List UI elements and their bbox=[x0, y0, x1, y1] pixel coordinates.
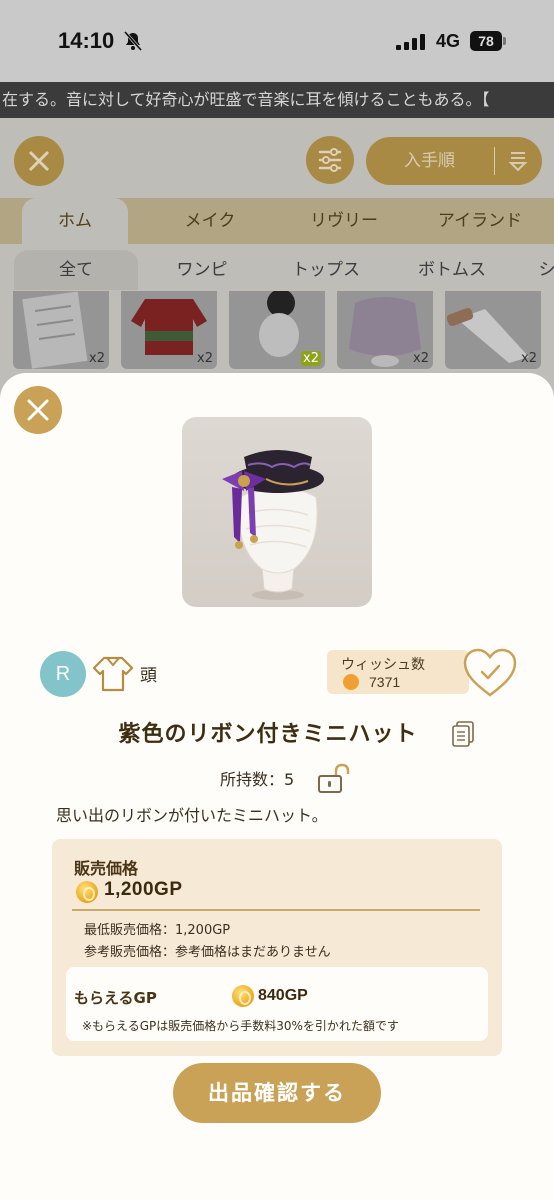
tab-island[interactable]: アイランド bbox=[424, 198, 536, 244]
tab-tops[interactable]: トップス bbox=[280, 250, 372, 290]
status-time: 14:10 bbox=[58, 28, 115, 53]
item-count: x2 bbox=[413, 351, 429, 366]
item-count: x2 bbox=[197, 351, 213, 366]
price-panel: 販売価格 1,200GP 最低販売価格：1,200GP 参考販売価格：参考価格は… bbox=[52, 839, 502, 1056]
rarity-badge: R bbox=[40, 651, 86, 697]
wish-label: ウィッシュ数 bbox=[341, 657, 425, 673]
tab-all[interactable]: 全て bbox=[14, 250, 138, 290]
wishlist-heart-button[interactable] bbox=[462, 647, 518, 699]
filter-button[interactable] bbox=[306, 136, 354, 184]
item-thumbnail[interactable]: x2 bbox=[229, 291, 325, 369]
status-bar: 14:10 4G 78 bbox=[0, 0, 554, 82]
tab-onepiece[interactable]: ワンピ bbox=[160, 250, 244, 290]
category-label: 頭 bbox=[140, 666, 157, 686]
owned-count: 所持数：5 bbox=[220, 770, 295, 789]
copy-icon[interactable] bbox=[452, 721, 474, 747]
receive-gp-label: もらえるGP bbox=[74, 989, 157, 1007]
close-icon bbox=[28, 150, 50, 172]
tab-next[interactable]: シ bbox=[532, 250, 554, 290]
gp-coin-icon bbox=[232, 985, 254, 1007]
signal-icon bbox=[396, 34, 425, 50]
item-thumbnail[interactable]: x2 bbox=[337, 291, 433, 369]
price-value-input[interactable]: 1,200GP bbox=[104, 879, 183, 901]
receive-gp-value: 840GP bbox=[258, 987, 308, 1004]
tab-home[interactable]: ホム bbox=[22, 198, 128, 244]
wish-count-box: ウィッシュ数 7371 bbox=[327, 650, 469, 694]
background-close-button[interactable] bbox=[14, 136, 64, 186]
battery-icon: 78 bbox=[470, 31, 502, 51]
heart-small-icon bbox=[343, 674, 359, 690]
gp-coin-icon bbox=[76, 881, 98, 903]
confirm-listing-button[interactable]: 出品確認する bbox=[173, 1063, 381, 1123]
item-count: x2 bbox=[301, 351, 321, 366]
sort-label: 入手順 bbox=[404, 151, 455, 171]
receive-gp-box: もらえるGP 840GP ※もらえるGPは販売価格から手数料30%を引かれた額で… bbox=[66, 967, 488, 1041]
sort-divider bbox=[494, 147, 495, 175]
item-thumbnail[interactable]: x2 bbox=[445, 291, 541, 369]
shirt-icon bbox=[92, 656, 134, 692]
item-count: x2 bbox=[521, 351, 537, 366]
tab-livly[interactable]: リヴリー bbox=[292, 198, 396, 244]
info-marquee: 在する。音に対して好奇心が旺盛で音楽に耳を傾けることもある。【 bbox=[0, 82, 554, 118]
price-title: 販売価格 bbox=[74, 859, 139, 878]
sort-order-button[interactable]: 入手順 bbox=[366, 137, 542, 185]
close-button[interactable] bbox=[14, 386, 62, 434]
min-price: 最低販売価格：1,200GP bbox=[84, 923, 231, 938]
price-underline bbox=[72, 909, 480, 911]
lock-open-icon[interactable] bbox=[316, 762, 350, 794]
bell-muted-icon bbox=[123, 31, 143, 51]
secondary-tabs: 全て ワンピ トップス ボトムス シ bbox=[0, 250, 554, 290]
tab-bottoms[interactable]: ボトムス bbox=[406, 250, 498, 290]
tab-make[interactable]: メイク bbox=[160, 198, 260, 244]
item-count: x2 bbox=[89, 351, 105, 366]
network-type: 4G bbox=[436, 31, 461, 51]
item-description: 思い出のリボンが付いたミニハット。 bbox=[56, 806, 328, 825]
item-thumbnail[interactable]: x2 bbox=[13, 291, 109, 369]
item-thumbnail[interactable]: x2 bbox=[121, 291, 217, 369]
item-image bbox=[182, 417, 372, 607]
wish-count: 7371 bbox=[369, 674, 401, 690]
mini-hat-illustration bbox=[222, 450, 324, 600]
sliders-icon bbox=[318, 148, 342, 172]
sort-direction-icon bbox=[508, 152, 528, 172]
reference-price: 参考販売価格：参考価格はまだありません bbox=[84, 945, 331, 960]
fee-note: ※もらえるGPは販売価格から手数料30%を引かれた額です bbox=[82, 1019, 399, 1033]
close-icon bbox=[27, 399, 49, 421]
primary-tabs: ホム メイク リヴリー アイランド bbox=[0, 198, 554, 244]
battery-tip bbox=[503, 37, 506, 45]
